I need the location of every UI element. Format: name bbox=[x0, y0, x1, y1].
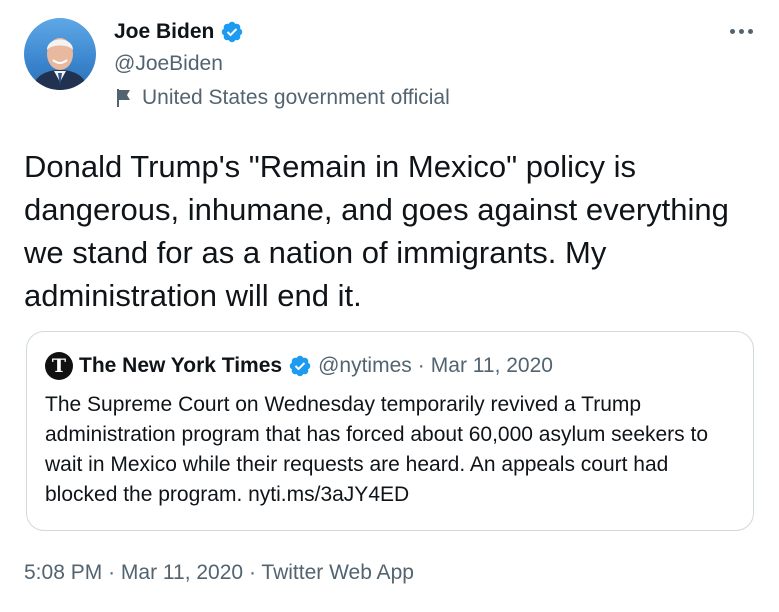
verified-badge-icon bbox=[222, 21, 243, 43]
tweet: Joe Biden @JoeBiden United States govern… bbox=[0, 0, 779, 612]
tweet-date-link[interactable]: Mar 11, 2020 bbox=[121, 561, 243, 584]
tweet-source-link[interactable]: Twitter Web App bbox=[261, 561, 414, 584]
account-label: United States government official bbox=[114, 86, 450, 110]
author-name-row: Joe Biden bbox=[114, 20, 244, 44]
more-options-button[interactable] bbox=[724, 14, 758, 48]
more-horizontal-icon bbox=[729, 28, 735, 34]
quoted-author-name: The New York Times bbox=[79, 354, 283, 377]
author-name[interactable]: Joe Biden bbox=[114, 20, 214, 44]
quoted-tweet[interactable]: T The New York Times @nytimes · Mar 11, … bbox=[26, 331, 754, 531]
quoted-tweet-text: The Supreme Court on Wednesday temporari… bbox=[45, 393, 709, 506]
avatar[interactable] bbox=[24, 18, 96, 90]
nyt-logo: T bbox=[45, 352, 73, 380]
quoted-handle: @nytimes bbox=[318, 354, 412, 377]
quoted-date: Mar 11, 2020 bbox=[430, 354, 553, 377]
tweet-text: Donald Trump's "Remain in Mexico" policy… bbox=[24, 149, 729, 313]
quoted-separator: · bbox=[417, 354, 425, 377]
footer-separator: · bbox=[108, 561, 116, 584]
footer-separator: · bbox=[248, 561, 256, 584]
quoted-tweet-header: T The New York Times @nytimes · Mar 11, … bbox=[45, 352, 553, 380]
avatar-photo bbox=[32, 38, 88, 90]
verified-badge-icon bbox=[289, 355, 311, 377]
tweet-footer: 5:08 PM · Mar 11, 2020 · Twitter Web App bbox=[24, 561, 414, 585]
flag-icon bbox=[117, 89, 130, 107]
author-handle[interactable]: @JoeBiden bbox=[114, 52, 223, 76]
account-label-text: United States government official bbox=[142, 86, 450, 109]
tweet-time-link[interactable]: 5:08 PM bbox=[24, 561, 102, 584]
